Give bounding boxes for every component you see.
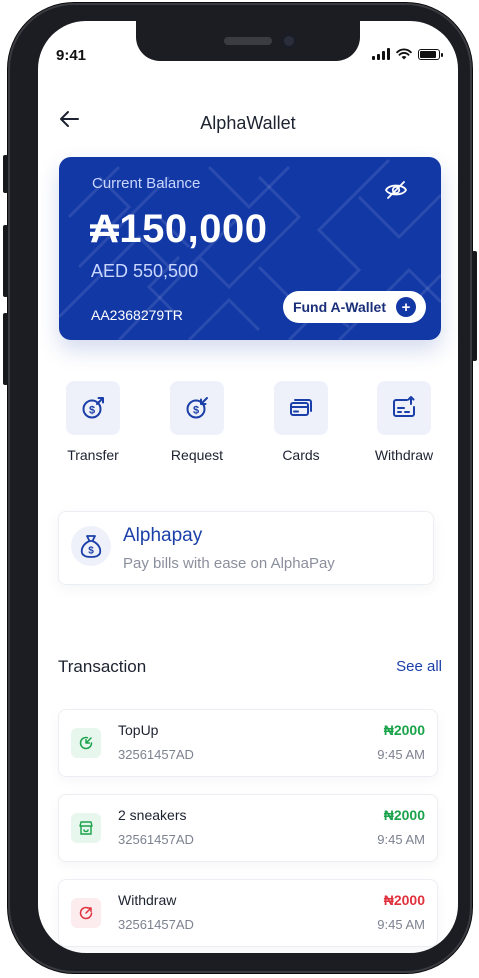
transaction-row[interactable]: Withdraw 32561457AD ₦2000 9:45 AM — [58, 879, 438, 947]
cellular-signal-icon — [372, 48, 390, 60]
transactions-heading: Transaction — [58, 657, 147, 676]
shop-icon — [71, 813, 101, 843]
phone-frame: 9:41 AlphaWallet Current Balance ₳150,00… — [3, 3, 477, 973]
svg-text:$: $ — [193, 405, 199, 417]
transaction-amount: ₦2000 — [383, 807, 425, 823]
transfer-icon: $ — [66, 381, 120, 435]
alphapay-card[interactable]: $ Alphapay Pay bills with ease on AlphaP… — [58, 511, 434, 585]
silent-switch — [3, 155, 8, 193]
hide-balance-eye-icon[interactable] — [384, 178, 408, 202]
withdraw-arrow-icon — [71, 898, 101, 928]
svg-text:$: $ — [89, 405, 95, 417]
status-time: 9:41 — [56, 47, 87, 64]
plus-icon: + — [396, 297, 416, 317]
transaction-ref: 32561457AD — [118, 832, 194, 847]
balance-card: Current Balance ₳150,000 AED 550,500 AA2… — [59, 157, 441, 340]
status-icons — [372, 48, 443, 60]
transaction-row[interactable]: 2 sneakers 32561457AD ₦2000 9:45 AM — [58, 794, 438, 862]
transaction-name: 2 sneakers — [118, 807, 187, 823]
request-label: Request — [170, 447, 224, 463]
battery-icon — [418, 48, 443, 60]
volume-down-button — [3, 313, 8, 385]
page-title: AlphaWallet — [200, 113, 296, 133]
alphapay-subtitle: Pay bills with ease on AlphaPay — [123, 555, 335, 572]
transaction-ref: 32561457AD — [118, 917, 194, 932]
transaction-ref: 32561457AD — [118, 747, 194, 762]
transaction-name: TopUp — [118, 722, 159, 738]
see-all-link[interactable]: See all — [396, 658, 442, 675]
transaction-time: 9:45 AM — [377, 917, 425, 932]
transaction-time: 9:45 AM — [377, 832, 425, 847]
balance-label: Current Balance — [92, 175, 201, 192]
transfer-label: Transfer — [67, 447, 119, 463]
fund-wallet-button[interactable]: Fund A-Wallet + — [283, 291, 426, 323]
transaction-name: Withdraw — [118, 892, 177, 908]
balance-amount: ₳150,000 — [90, 207, 268, 251]
withdraw-icon — [377, 381, 431, 435]
transfer-action[interactable]: $ Transfer — [53, 381, 133, 463]
transaction-time: 9:45 AM — [377, 747, 425, 762]
money-bag-icon: $ — [71, 526, 111, 566]
transaction-amount: ₦2000 — [383, 892, 425, 908]
app-screen: 9:41 AlphaWallet Current Balance ₳150,00… — [38, 21, 458, 953]
front-camera — [281, 33, 297, 49]
cards-action[interactable]: Cards — [261, 381, 341, 463]
cards-label: Cards — [282, 447, 320, 463]
withdraw-action[interactable]: Withdraw — [364, 381, 444, 463]
wallet-account-id: AA2368279TR — [91, 307, 183, 323]
transaction-row[interactable]: TopUp 32561457AD ₦2000 9:45 AM — [58, 709, 438, 777]
wifi-icon — [396, 48, 412, 60]
power-button — [472, 251, 477, 361]
svg-text:$: $ — [88, 546, 94, 557]
alphapay-title: Alphapay — [123, 525, 203, 546]
notch — [136, 21, 360, 61]
speaker-grille — [224, 37, 272, 45]
fund-wallet-label: Fund A-Wallet — [292, 299, 386, 315]
balance-secondary-amount: AED 550,500 — [91, 261, 199, 281]
request-action[interactable]: $ Request — [157, 381, 237, 463]
withdraw-label: Withdraw — [374, 447, 434, 463]
topup-icon — [71, 728, 101, 758]
transaction-amount: ₦2000 — [383, 722, 425, 738]
volume-up-button — [3, 225, 8, 297]
cards-icon — [274, 381, 328, 435]
request-icon: $ — [170, 381, 224, 435]
